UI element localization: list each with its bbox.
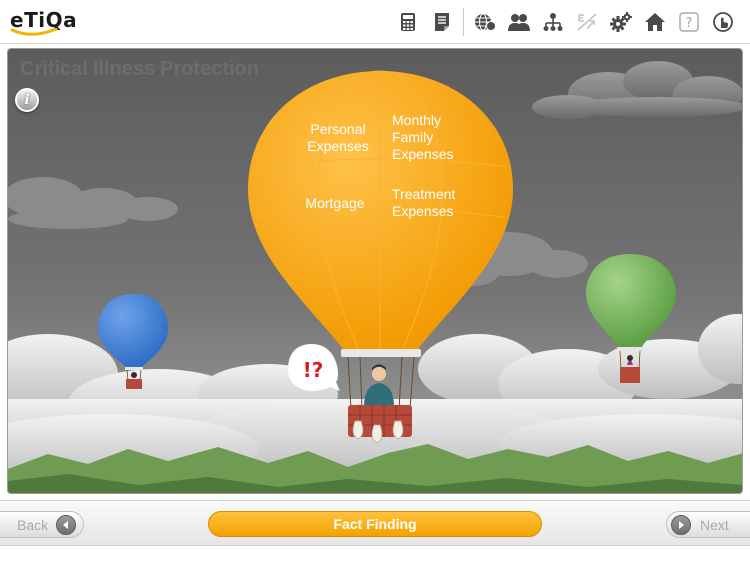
org-chart-icon[interactable]	[536, 8, 570, 36]
globe-icon[interactable]	[468, 8, 502, 36]
calculator-icon[interactable]	[391, 8, 425, 36]
balloon-label-mortgage[interactable]: Mortgage	[298, 195, 372, 212]
title-word: Illness	[92, 58, 156, 80]
sky-scene: !?	[8, 49, 742, 493]
notes-icon[interactable]	[425, 8, 459, 36]
back-label: Back	[17, 516, 49, 533]
disabled-tool-icon	[570, 8, 604, 36]
home-icon[interactable]	[638, 8, 672, 36]
back-button[interactable]: Back	[0, 511, 84, 538]
illustration-stage: !? Critical Illness Protection i Personal …	[7, 48, 743, 494]
page-title: Critical Illness Protection	[20, 58, 264, 81]
users-icon[interactable]	[502, 8, 536, 36]
top-bar: eTiQa ?	[0, 0, 750, 44]
svg-text:!?: !?	[303, 358, 324, 382]
touch-icon[interactable]	[706, 8, 740, 36]
logo-swoosh-icon	[10, 28, 58, 36]
title-word: Protection	[160, 58, 259, 80]
info-button[interactable]: i	[15, 88, 39, 112]
left-arrow-icon	[56, 514, 77, 535]
title-word: Critical	[20, 58, 88, 80]
help-icon[interactable]: ?	[672, 8, 706, 36]
settings-icon[interactable]	[604, 8, 638, 36]
balloon-label-monthly-family-expenses[interactable]: Monthly Family Expenses	[392, 112, 454, 163]
balloon-label-personal-expenses[interactable]: Personal Expenses	[301, 121, 375, 155]
toolbar: ?	[391, 8, 740, 36]
bottom-navigation-bar: Back Fact Finding Next	[0, 500, 750, 546]
svg-text:?: ?	[686, 16, 693, 31]
next-label: Next	[700, 516, 729, 533]
balloon-label-treatment-expenses[interactable]: Treatment Expenses	[392, 186, 472, 220]
right-arrow-icon	[671, 514, 691, 535]
toolbar-separator	[463, 8, 464, 36]
next-button[interactable]: Next	[666, 511, 750, 538]
fact-finding-button[interactable]: Fact Finding	[208, 511, 542, 537]
